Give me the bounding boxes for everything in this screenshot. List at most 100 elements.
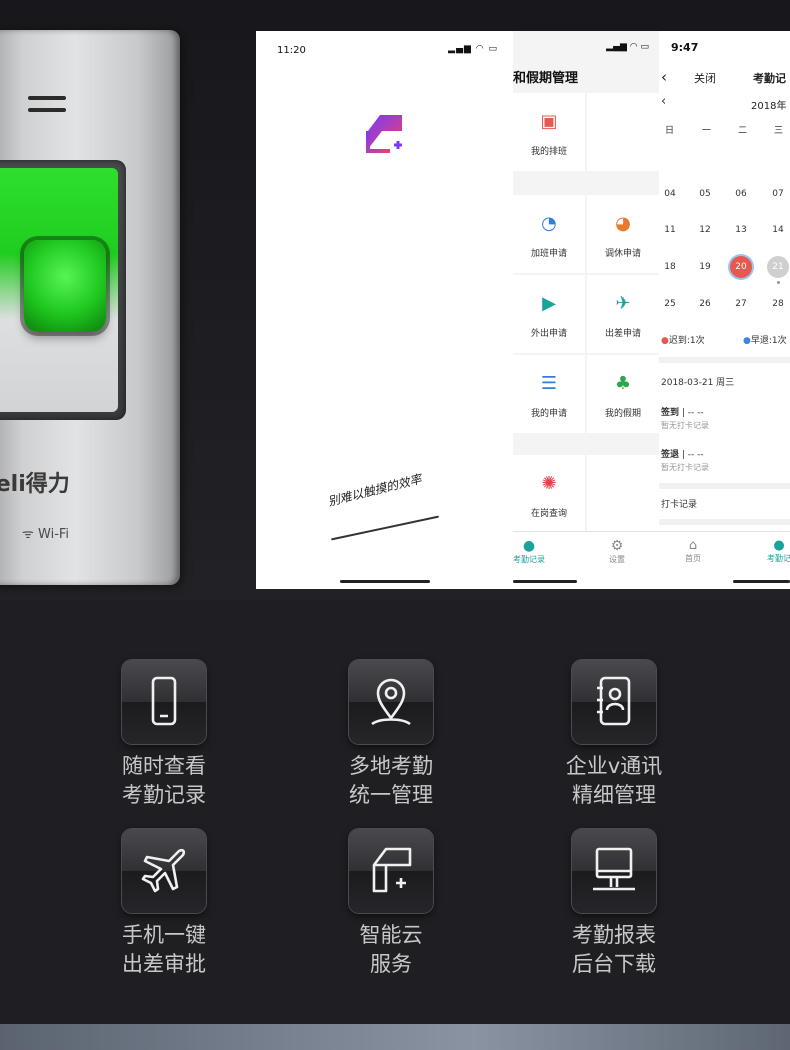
contact-book-icon <box>597 676 631 726</box>
home-indicator <box>513 580 577 583</box>
back-icon[interactable]: ‹ <box>661 68 667 86</box>
feature-multi-site: 多地考勤 统一管理 <box>301 660 481 810</box>
calendar-day[interactable]: 27 <box>730 293 752 315</box>
tab-home[interactable]: ⌂ 首页 <box>663 538 723 564</box>
status-icons: ▂▄▆ ◠ ▭ <box>448 44 498 54</box>
calendar-day[interactable]: 25 <box>659 293 681 315</box>
menu-item-empty <box>587 93 659 171</box>
list-icon: ☰ <box>540 373 558 394</box>
calendar-day[interactable]: 05 <box>694 183 716 205</box>
feature-icon-tile <box>122 660 206 744</box>
calendar-day[interactable]: 18 <box>659 256 681 278</box>
calendar-day[interactable]: 07 <box>767 183 789 205</box>
home-indicator <box>340 580 430 583</box>
feature-label: 多地考勤 统一管理 <box>349 754 433 807</box>
weekday-label: 二 <box>738 126 748 136</box>
punch-records-header[interactable]: 打卡记录 <box>661 497 697 510</box>
calendar-day[interactable]: 11 <box>659 219 681 241</box>
calendar-month: 2018年 <box>751 101 787 112</box>
prev-month-icon[interactable]: ‹ <box>661 94 666 109</box>
device-brand: deli得力 <box>0 472 70 497</box>
menu-item-business-trip[interactable]: ✈ 出差申请 <box>587 275 659 353</box>
calendar-day[interactable]: 28 <box>767 293 789 315</box>
menu-item-my-requests[interactable]: ☰ 我的申请 <box>513 355 585 433</box>
tab-settings[interactable]: ⚙ 设置 <box>587 538 647 565</box>
calendar-day[interactable]: 06 <box>730 183 752 205</box>
phone-attendance-calendar: 9:47 ‹ 关闭 考勤记 ‹ 2018年 日 一 二 三 04 05 06 0… <box>659 31 790 589</box>
calendar-day-late[interactable]: 20 <box>730 256 752 278</box>
calendar-day[interactable]: 19 <box>694 256 716 278</box>
location-pin-icon <box>371 678 411 726</box>
calendar-day[interactable]: 13 <box>730 219 752 241</box>
divider <box>659 357 790 363</box>
page-title: 考勤记 <box>753 72 786 85</box>
app-logo-icon <box>366 115 402 153</box>
feature-icon-tile <box>572 829 656 913</box>
menu-item-time-off[interactable]: ◕ 调休申请 <box>587 195 659 273</box>
exit-icon: ▶ <box>542 293 556 314</box>
feature-icon-tile <box>349 829 433 913</box>
menu-item-outing[interactable]: ▶ 外出申请 <box>513 275 585 353</box>
close-button[interactable]: 关闭 <box>694 70 716 86</box>
wifi-icon: ᯤ <box>22 527 39 542</box>
feature-cloud-service: 智能云 服务 <box>301 829 481 979</box>
feature-icon-tile <box>349 660 433 744</box>
calendar-day[interactable]: 26 <box>694 293 716 315</box>
feature-label: 企业v通讯 精细管理 <box>565 754 663 807</box>
slogan-text: 别难以触摸的效率 <box>326 471 423 509</box>
phone-holiday-management: ▂▄▆ ◠ ▭ 和假期管理 ▣ 我的排班 ◔ 加班申请 ◕ 调休申请 ▶ 外出申… <box>513 31 659 589</box>
phone-splash-screen: 11:20 ▂▄▆ ◠ ▭ 别难以触摸的效率 <box>256 31 514 589</box>
device-wifi-label: ᯤ Wi-Fi <box>22 527 70 542</box>
calendar-day[interactable]: 04 <box>659 183 681 205</box>
weekday-label: 日 <box>665 126 675 136</box>
menu-item-my-holiday[interactable]: ♣ 我的假期 <box>587 355 659 433</box>
legend-early: ●早退:1次 <box>743 336 787 346</box>
menu-item-on-duty[interactable]: ✺ 在岗查询 <box>513 455 585 533</box>
legend-late: ●迟到:1次 <box>661 336 705 346</box>
feature-icon-tile <box>572 660 656 744</box>
feature-view-records: 随时查看 考勤记录 <box>74 660 254 810</box>
tab-attendance-records[interactable]: ● 考勤记 <box>749 538 790 564</box>
cloud-service-icon <box>372 847 412 893</box>
gear-icon: ⚙ <box>610 538 624 554</box>
checkin-row: 签到 | -- -- 暂无打卡记录 <box>661 408 709 430</box>
menu-item-overtime[interactable]: ◔ 加班申请 <box>513 195 585 273</box>
bottom-image-strip <box>0 1024 790 1050</box>
calendar-icon: ▣ <box>540 111 558 132</box>
home-icon: ⌂ <box>688 538 698 553</box>
menu-item-schedule[interactable]: ▣ 我的排班 <box>513 93 585 171</box>
feature-trip-approval: 手机一键 出差审批 <box>74 829 254 979</box>
tab-attendance-records[interactable]: ● 考勤记录 <box>513 538 559 565</box>
phone-icon <box>151 676 177 726</box>
feature-report-download: 考勤报表 后台下载 <box>524 829 704 979</box>
calendar-day[interactable]: 14 <box>767 219 789 241</box>
status-time: 11:20 <box>277 45 306 56</box>
feature-enterprise-contacts: 企业v通讯 精细管理 <box>524 660 704 810</box>
feature-label: 考勤报表 后台下载 <box>572 923 656 976</box>
nav-bar: ‹ 关闭 考勤记 <box>659 68 790 94</box>
selected-date: 2018-03-21 周三 <box>661 378 735 388</box>
status-time: 9:47 <box>671 41 699 54</box>
slogan-underline <box>330 515 440 541</box>
fingerprint-device: deli得力 ᯤ Wi-Fi <box>0 30 180 585</box>
page-title: 和假期管理 <box>513 71 579 86</box>
clock-icon: ◔ <box>541 213 557 234</box>
calendar-day[interactable]: 12 <box>694 219 716 241</box>
late-dot-icon: ● <box>661 336 669 346</box>
monitor-icon <box>593 847 635 891</box>
early-dot-icon: ● <box>743 336 751 346</box>
divider <box>659 519 790 525</box>
feature-label: 智能云 服务 <box>359 923 423 976</box>
checkout-row: 签退 | -- -- 暂无打卡记录 <box>661 450 709 472</box>
airplane-icon <box>141 848 186 893</box>
sensor-window <box>0 160 126 420</box>
feature-icon-tile <box>122 829 206 913</box>
tab-bar: ● 考勤记录 ⚙ 设置 <box>513 531 659 589</box>
siren-icon: ✺ <box>541 473 557 494</box>
calendar-day-selected[interactable]: 21 <box>767 256 789 278</box>
status-icons: ▂▄▆ ◠ ▭ <box>606 42 649 52</box>
fingerprint-sensor <box>24 240 106 332</box>
person-clock-icon: ● <box>522 538 536 554</box>
feature-label: 手机一键 出差审批 <box>122 923 206 976</box>
device-slot <box>28 108 66 112</box>
